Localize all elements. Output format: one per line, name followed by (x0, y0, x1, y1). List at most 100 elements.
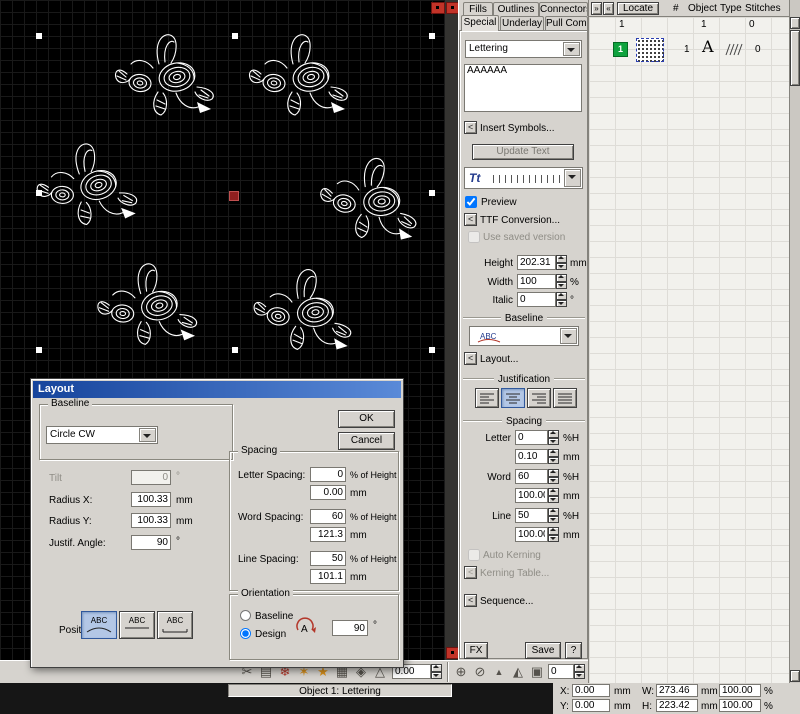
color-group-row[interactable]: 1 1 0 (589, 17, 789, 33)
orient-angle-input[interactable] (332, 620, 368, 636)
letter-spacing-mm-input[interactable] (310, 485, 346, 500)
chevron-down-icon[interactable] (560, 328, 577, 344)
lettering-text-input[interactable]: AAAAAA (464, 64, 582, 112)
locate-button[interactable]: Locate (617, 2, 659, 15)
frame-icon[interactable]: ▣ (528, 663, 546, 681)
expand-panel-button[interactable]: « (603, 2, 614, 15)
layout-button[interactable] (464, 352, 477, 365)
height-spinner[interactable] (556, 255, 567, 270)
baseline-select[interactable]: ABC (469, 326, 579, 346)
canvas-vertical-scrollbar[interactable] (445, 0, 458, 660)
insert-symbols-label[interactable]: Insert Symbols... (480, 123, 554, 134)
tilt-input[interactable] (131, 470, 171, 485)
selection-handle[interactable] (429, 33, 435, 39)
justify-full-button[interactable] (553, 388, 577, 408)
scroll-up-button[interactable] (790, 17, 800, 29)
height-input[interactable] (517, 255, 556, 270)
ok-button[interactable]: OK (338, 410, 395, 428)
orient-baseline-label[interactable]: Baseline (255, 611, 293, 622)
tab-underlay[interactable]: Underlay (500, 16, 544, 30)
toolbar-value-spinner[interactable] (431, 664, 442, 679)
w-input[interactable] (656, 684, 698, 697)
justify-center-button[interactable] (501, 388, 525, 408)
line-spacing-mm-input[interactable] (310, 569, 346, 584)
wedge-icon[interactable]: ▲ (490, 663, 508, 681)
scrollbar-thumb[interactable] (790, 30, 800, 86)
color-chip[interactable]: 1 (613, 42, 628, 57)
justify-right-button[interactable] (527, 388, 551, 408)
cancel-button[interactable]: Cancel (338, 432, 395, 450)
justif-angle-input[interactable] (131, 535, 171, 550)
chevron-down-icon[interactable] (564, 169, 581, 187)
word-spacing-input[interactable] (515, 469, 548, 484)
selection-handle[interactable] (232, 33, 238, 39)
justify-left-button[interactable] (475, 388, 499, 408)
radius-x-input[interactable] (131, 492, 171, 507)
layout-label[interactable]: Layout... (480, 354, 518, 365)
line-spacing-mm-spinner[interactable] (548, 527, 559, 542)
line-spacing-input[interactable] (515, 508, 548, 523)
toolbar-count-input[interactable] (548, 664, 574, 679)
h-input[interactable] (656, 699, 698, 712)
object-type-select[interactable]: Lettering (465, 40, 582, 58)
use-saved-version-checkbox[interactable] (468, 231, 480, 243)
italic-input[interactable] (517, 292, 556, 307)
font-select[interactable]: Tt (464, 167, 583, 189)
line-spacing-mm-input[interactable] (515, 527, 548, 542)
object-thumbnail[interactable] (636, 38, 664, 62)
insert-symbols-button[interactable] (464, 121, 477, 134)
ttf-conversion-label[interactable]: TTF Conversion... (480, 215, 560, 226)
chevron-down-icon[interactable] (563, 42, 580, 56)
dialog-title-bar[interactable]: Layout (33, 381, 401, 398)
canvas-corner-button[interactable] (431, 2, 445, 14)
object-list-grid[interactable]: 1 1 0 1 1 A 0 (589, 17, 789, 683)
scroll-down-button[interactable] (790, 670, 800, 682)
width-input[interactable] (517, 274, 556, 289)
tab-special[interactable]: Special (461, 15, 499, 31)
letter-spacing-mm-spinner[interactable] (548, 449, 559, 464)
stitch-angle-icon[interactable]: ⊘ (471, 663, 489, 681)
selection-handle[interactable] (36, 347, 42, 353)
object-row[interactable]: 1 1 A 0 (589, 35, 789, 65)
x-input[interactable] (572, 684, 610, 697)
sequence-button[interactable] (464, 594, 477, 607)
letter-spacing-input[interactable] (515, 430, 548, 445)
line-spacing-input[interactable] (310, 551, 346, 566)
selection-handle[interactable] (36, 190, 42, 196)
position-above-button[interactable]: ABC (81, 611, 117, 639)
italic-spinner[interactable] (556, 292, 567, 307)
word-spacing-mm-spinner[interactable] (548, 488, 559, 503)
ttf-conversion-button[interactable] (464, 213, 477, 226)
word-spacing-spinner[interactable] (548, 469, 559, 484)
width-spinner[interactable] (556, 274, 567, 289)
letter-spacing-spinner[interactable] (548, 430, 559, 445)
orient-design-radio[interactable] (240, 628, 251, 639)
auto-kerning-checkbox[interactable] (468, 549, 480, 561)
selection-handle[interactable] (429, 347, 435, 353)
word-spacing-mm-input[interactable] (310, 527, 346, 542)
baseline-type-select[interactable]: Circle CW (46, 426, 158, 444)
selection-handle[interactable] (36, 33, 42, 39)
position-below-button[interactable]: ABC (157, 611, 193, 639)
word-spacing-mm-input[interactable] (515, 488, 548, 503)
line-spacing-spinner[interactable] (548, 508, 559, 523)
orient-baseline-radio[interactable] (240, 610, 251, 621)
selection-handle[interactable] (232, 347, 238, 353)
scale-w-input[interactable] (719, 684, 761, 697)
help-button[interactable]: ? (565, 642, 582, 659)
toolbar-count-spinner[interactable] (574, 664, 585, 679)
selection-handle[interactable] (429, 190, 435, 196)
tab-pull-comp[interactable]: Pull Comp (545, 16, 588, 30)
needle-point-icon[interactable]: ⊕ (452, 663, 470, 681)
tab-fills[interactable]: Fills (463, 2, 493, 16)
scale-h-input[interactable] (719, 699, 761, 712)
position-middle-button[interactable]: ABC (119, 611, 155, 639)
sequence-label[interactable]: Sequence... (480, 596, 533, 607)
chevron-down-icon[interactable] (139, 428, 156, 442)
fx-button[interactable]: FX (464, 642, 488, 659)
orient-design-label[interactable]: Design (255, 629, 286, 640)
collapse-panel-button[interactable]: » (591, 2, 602, 15)
update-text-button[interactable]: Update Text (472, 144, 574, 160)
radius-y-input[interactable] (131, 513, 171, 528)
mirror-icon[interactable]: ◭ (509, 663, 527, 681)
